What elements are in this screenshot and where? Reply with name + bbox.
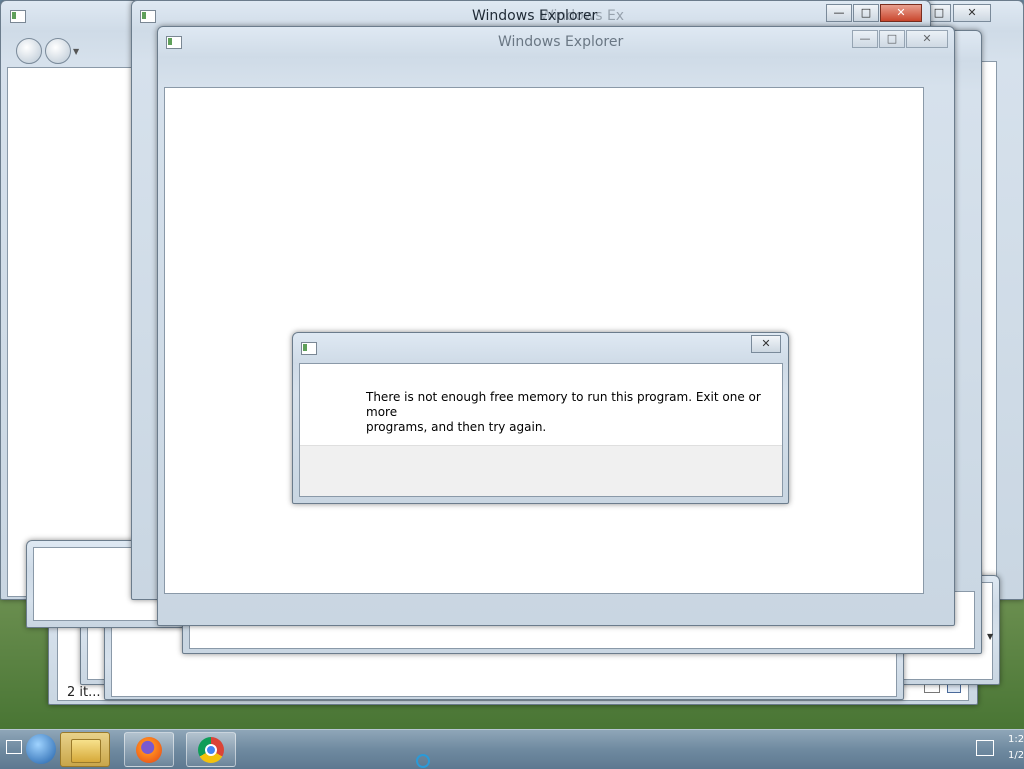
close-button[interactable]: ✕ xyxy=(880,4,922,22)
maximize-button[interactable]: □ xyxy=(879,30,905,48)
explorer-window-front: Windows Explorer — □ ✕ xyxy=(157,26,955,626)
maximize-button[interactable]: □ xyxy=(853,4,879,22)
taskbar-chrome-button[interactable] xyxy=(186,732,236,767)
minimize-button[interactable]: — xyxy=(826,4,852,22)
minimize-button[interactable]: — xyxy=(852,30,878,48)
close-button[interactable]: ✕ xyxy=(906,30,948,48)
clock-time[interactable]: 1:2 xyxy=(1008,734,1024,745)
busy-cursor-icon xyxy=(416,754,430,768)
window-content xyxy=(7,67,137,597)
dialog-system-icon xyxy=(301,342,317,355)
folder-icon xyxy=(71,739,101,763)
clock-date[interactable]: 1/2 xyxy=(1008,750,1024,761)
windows-orb-icon[interactable] xyxy=(26,734,56,764)
dialog-close-button[interactable]: ✕ xyxy=(751,335,781,353)
explorer-window-left: ▼ xyxy=(0,0,140,600)
taskbar-firefox-button[interactable] xyxy=(124,732,174,767)
window-system-icon xyxy=(10,10,26,23)
error-message-line2: programs, and then try again. xyxy=(366,420,547,434)
dialog-button-area xyxy=(300,445,782,496)
taskbar-explorer-button[interactable] xyxy=(60,732,110,767)
window-title-ghost: Windows Ex xyxy=(540,8,625,24)
firefox-icon xyxy=(136,737,162,763)
history-dropdown-icon[interactable]: ▼ xyxy=(73,47,79,56)
error-dialog: ✕ There is not enough free memory to run… xyxy=(292,332,789,504)
scroll-down-arrow[interactable]: ▼ xyxy=(987,632,993,641)
error-message-line1: There is not enough free memory to run t… xyxy=(366,390,761,419)
back-button[interactable] xyxy=(16,38,42,64)
chrome-icon xyxy=(198,737,224,763)
network-icon[interactable] xyxy=(976,740,994,756)
taskbar: 1:2 1/2 xyxy=(0,729,1024,769)
window-title: Windows Explorer xyxy=(498,34,624,50)
error-message: There is not enough free memory to run t… xyxy=(366,390,766,435)
window-system-icon xyxy=(166,36,182,49)
show-desktop-icon[interactable] xyxy=(6,740,22,754)
dialog-content: There is not enough free memory to run t… xyxy=(299,363,783,497)
status-item-count: 2 it... xyxy=(67,685,101,700)
forward-button[interactable] xyxy=(45,38,71,64)
window-system-icon xyxy=(140,10,156,23)
close-button[interactable]: ✕ xyxy=(953,4,991,22)
